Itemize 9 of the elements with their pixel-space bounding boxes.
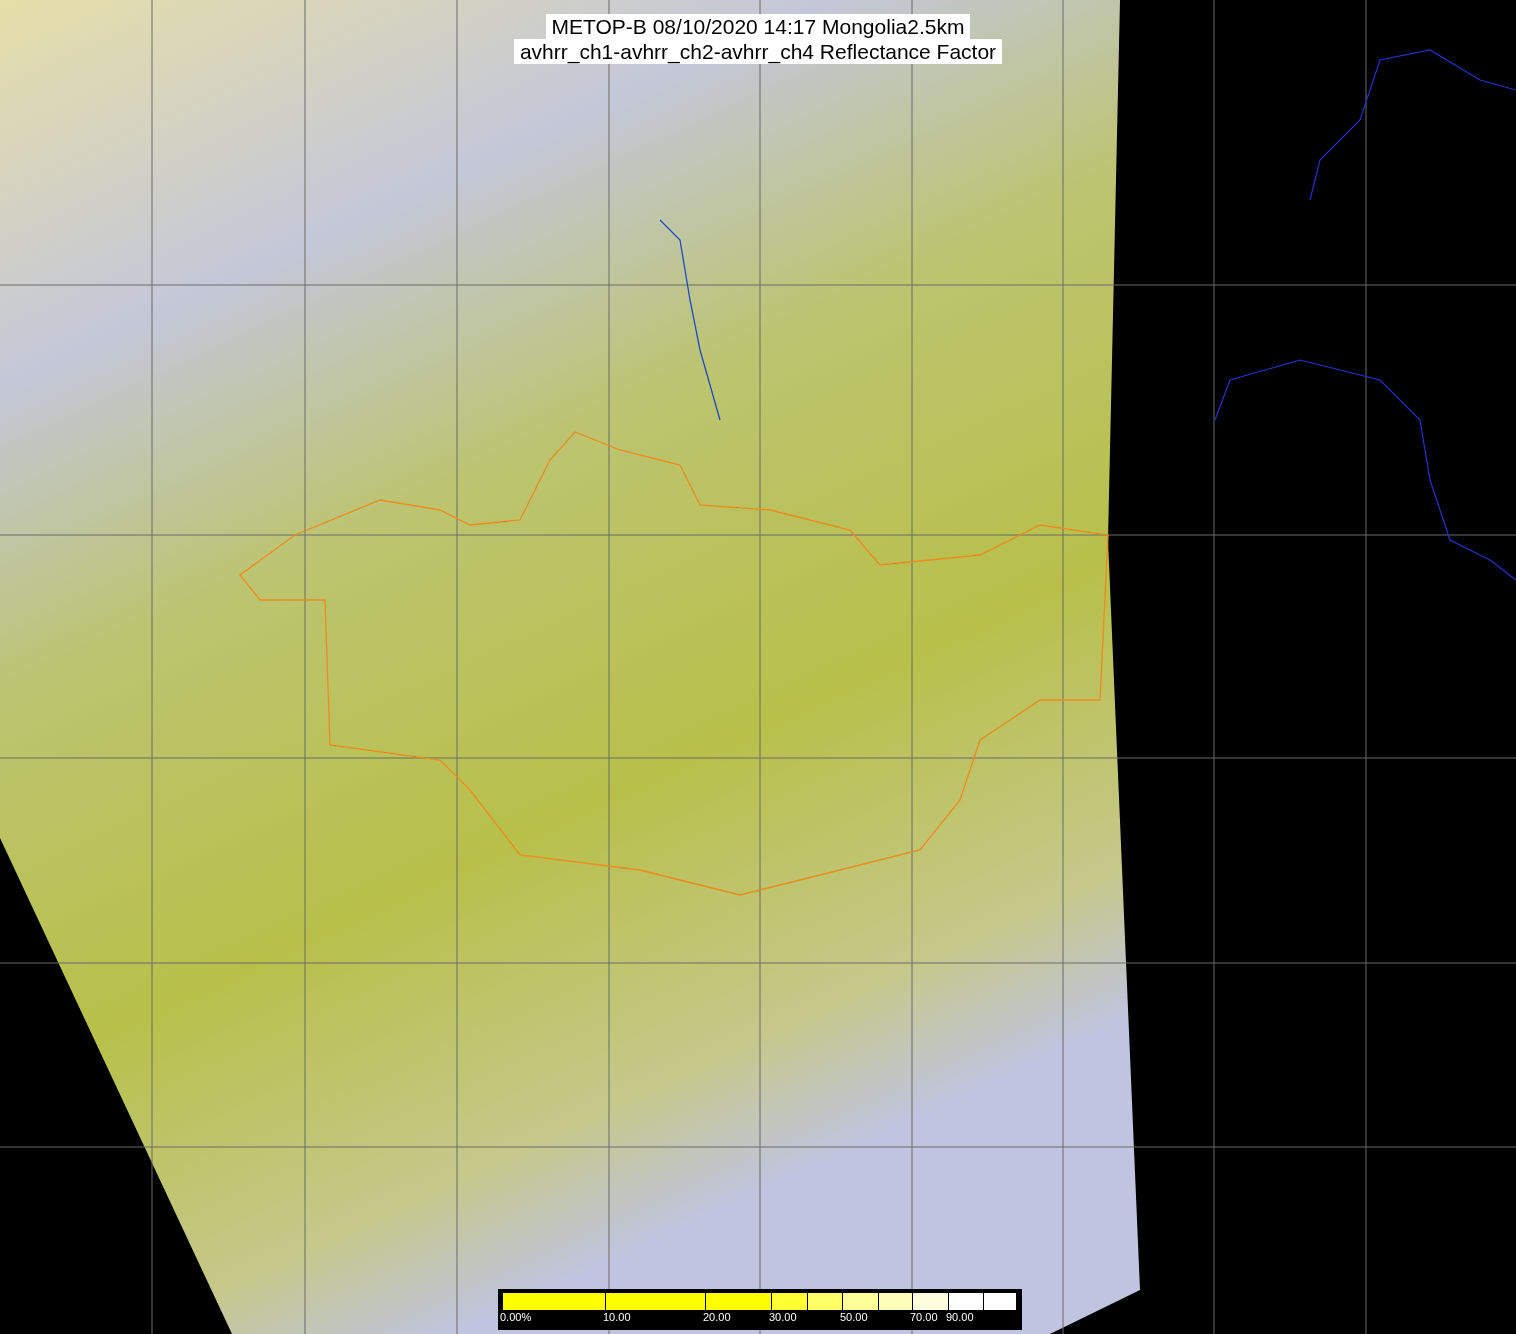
map-title: METOP-B 08/10/2020 14:17 Mongolia2.5km [545,14,971,39]
scale-label: 30.00 [769,1310,798,1324]
scale-label: 10.00 [603,1310,632,1324]
scale-label: 0.00% [500,1310,533,1324]
scale-label: 90.00 [946,1310,975,1324]
scale-label: 70.00 [910,1310,939,1324]
scale-label: 50.00 [840,1310,869,1324]
map-title: avhrr_ch1-avhrr_ch2-avhrr_ch4 Reflectance Factor [513,39,1003,64]
scale-label: 20.00 [703,1310,732,1324]
